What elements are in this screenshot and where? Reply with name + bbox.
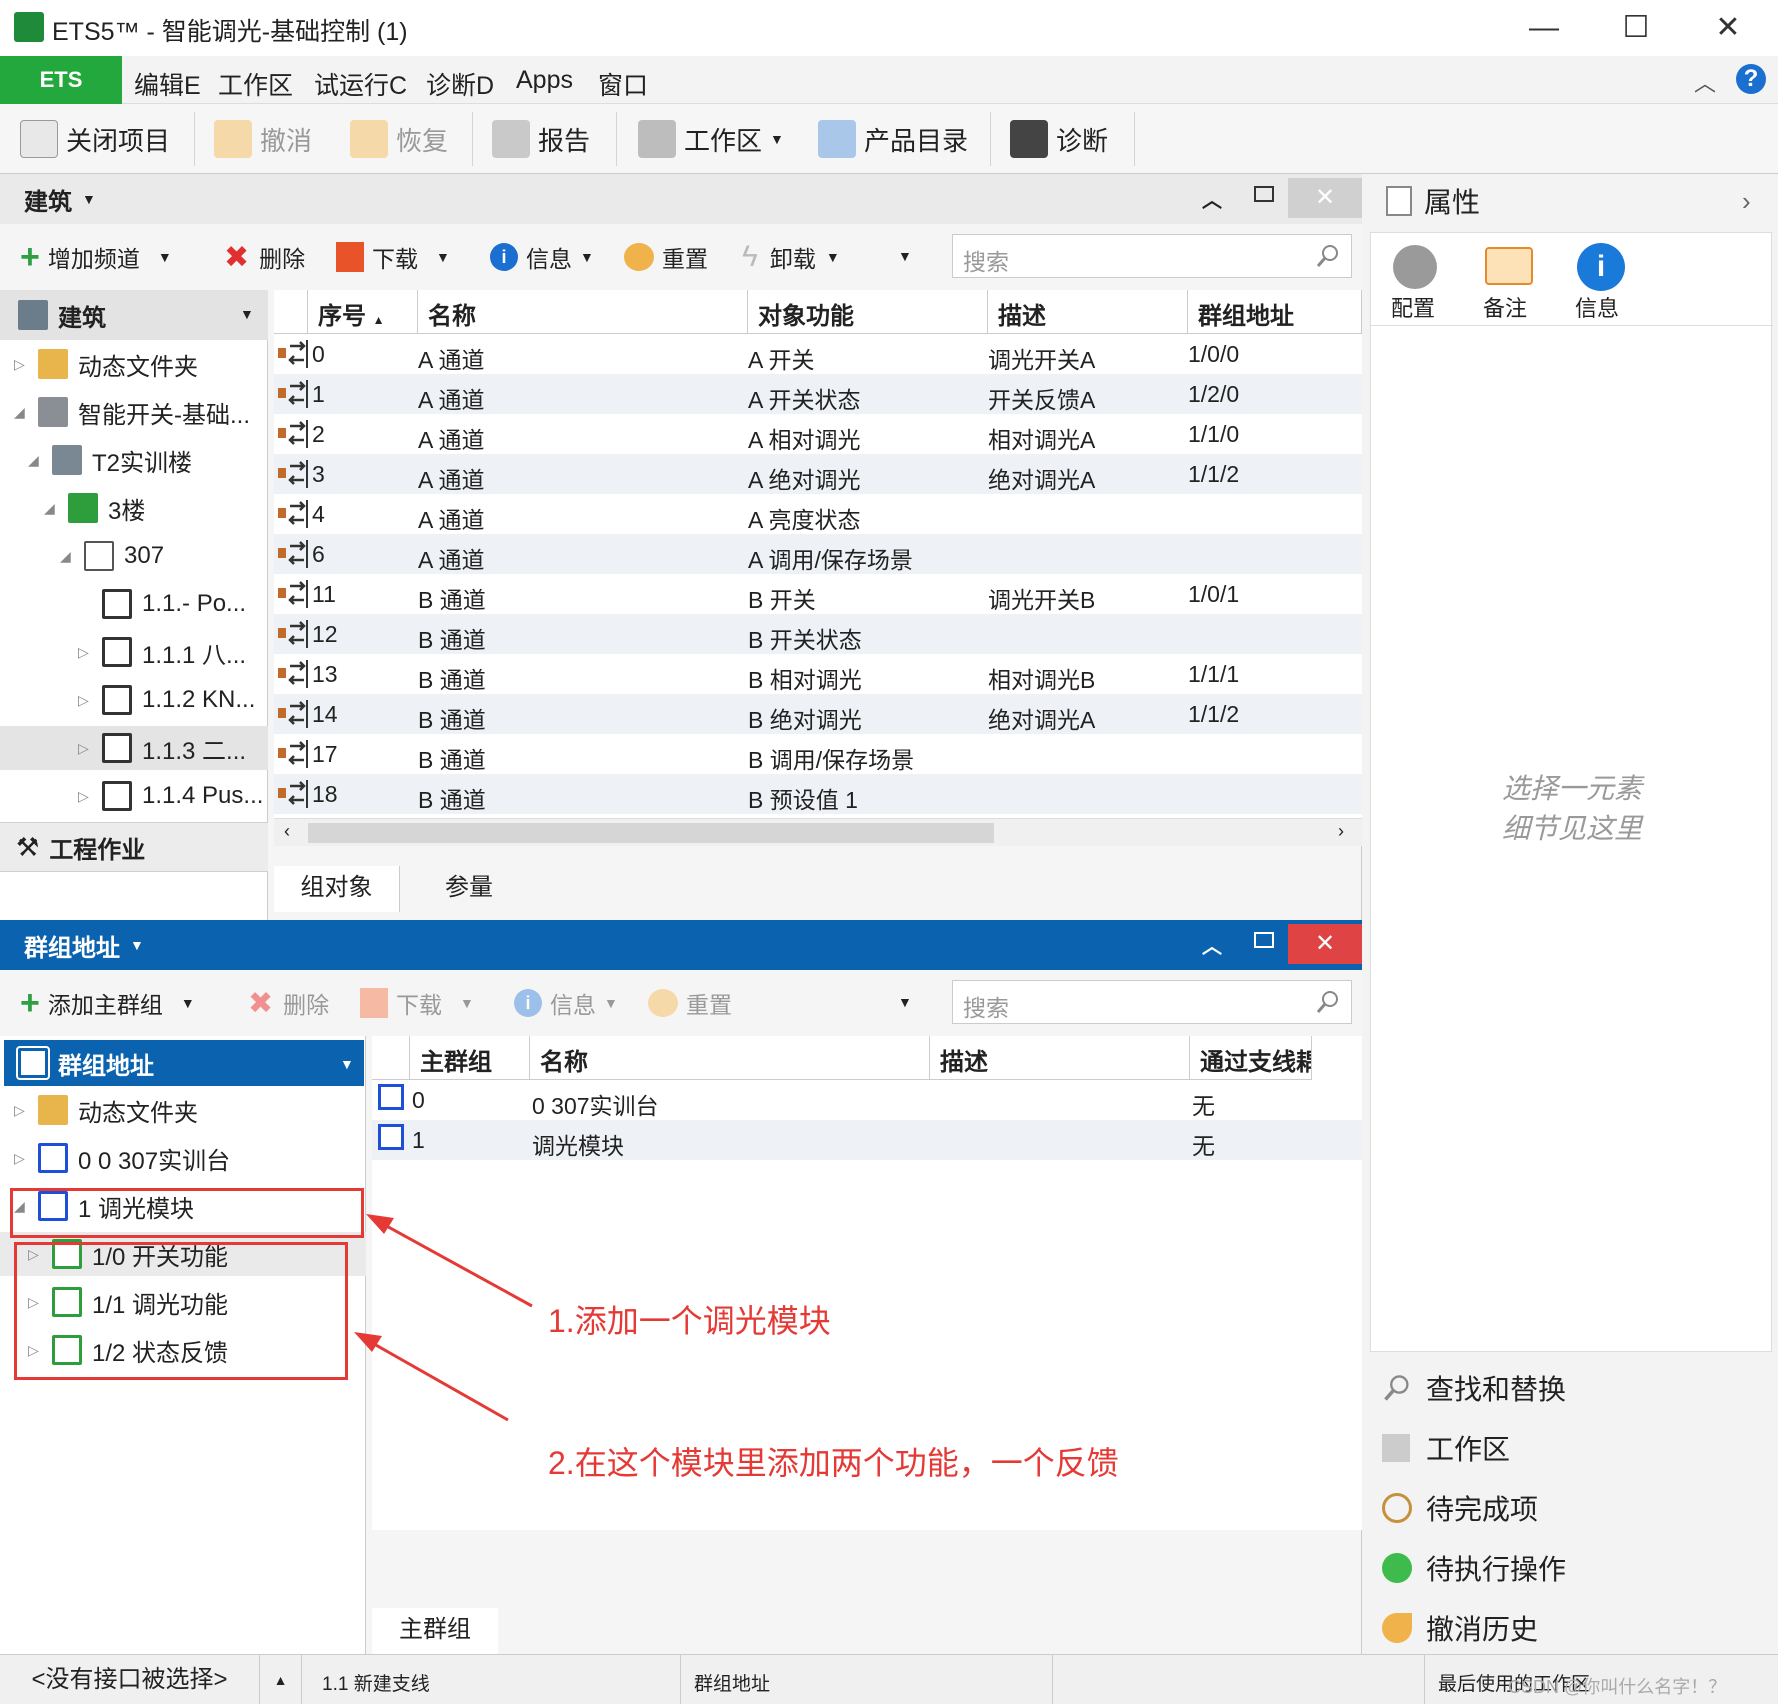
arrow-head-1 xyxy=(366,1214,394,1234)
interface-selector[interactable]: <没有接口被选择> xyxy=(0,1655,260,1704)
annotation-note-1: 1.添加一个调光模块 xyxy=(548,1303,831,1339)
status-view: 群组地址 xyxy=(694,1674,771,1695)
arrow-head-2 xyxy=(354,1332,382,1352)
annotation-note-2: 2.在这个模块里添加两个功能，一个反馈 xyxy=(548,1445,1119,1481)
watermark: CSDN @你叫什么名字！？ xyxy=(1508,1677,1727,1697)
arrow-line-1 xyxy=(371,1216,533,1308)
arrow-line-2 xyxy=(359,1334,509,1422)
status-bar: <没有接口被选择> ▲ 1.1 新建支线 群组地址 最后使用的工作区 CSDN … xyxy=(0,1654,1778,1704)
interface-dropdown-icon[interactable]: ▲ xyxy=(260,1655,302,1704)
status-line: 1.1 新建支线 xyxy=(322,1674,430,1695)
